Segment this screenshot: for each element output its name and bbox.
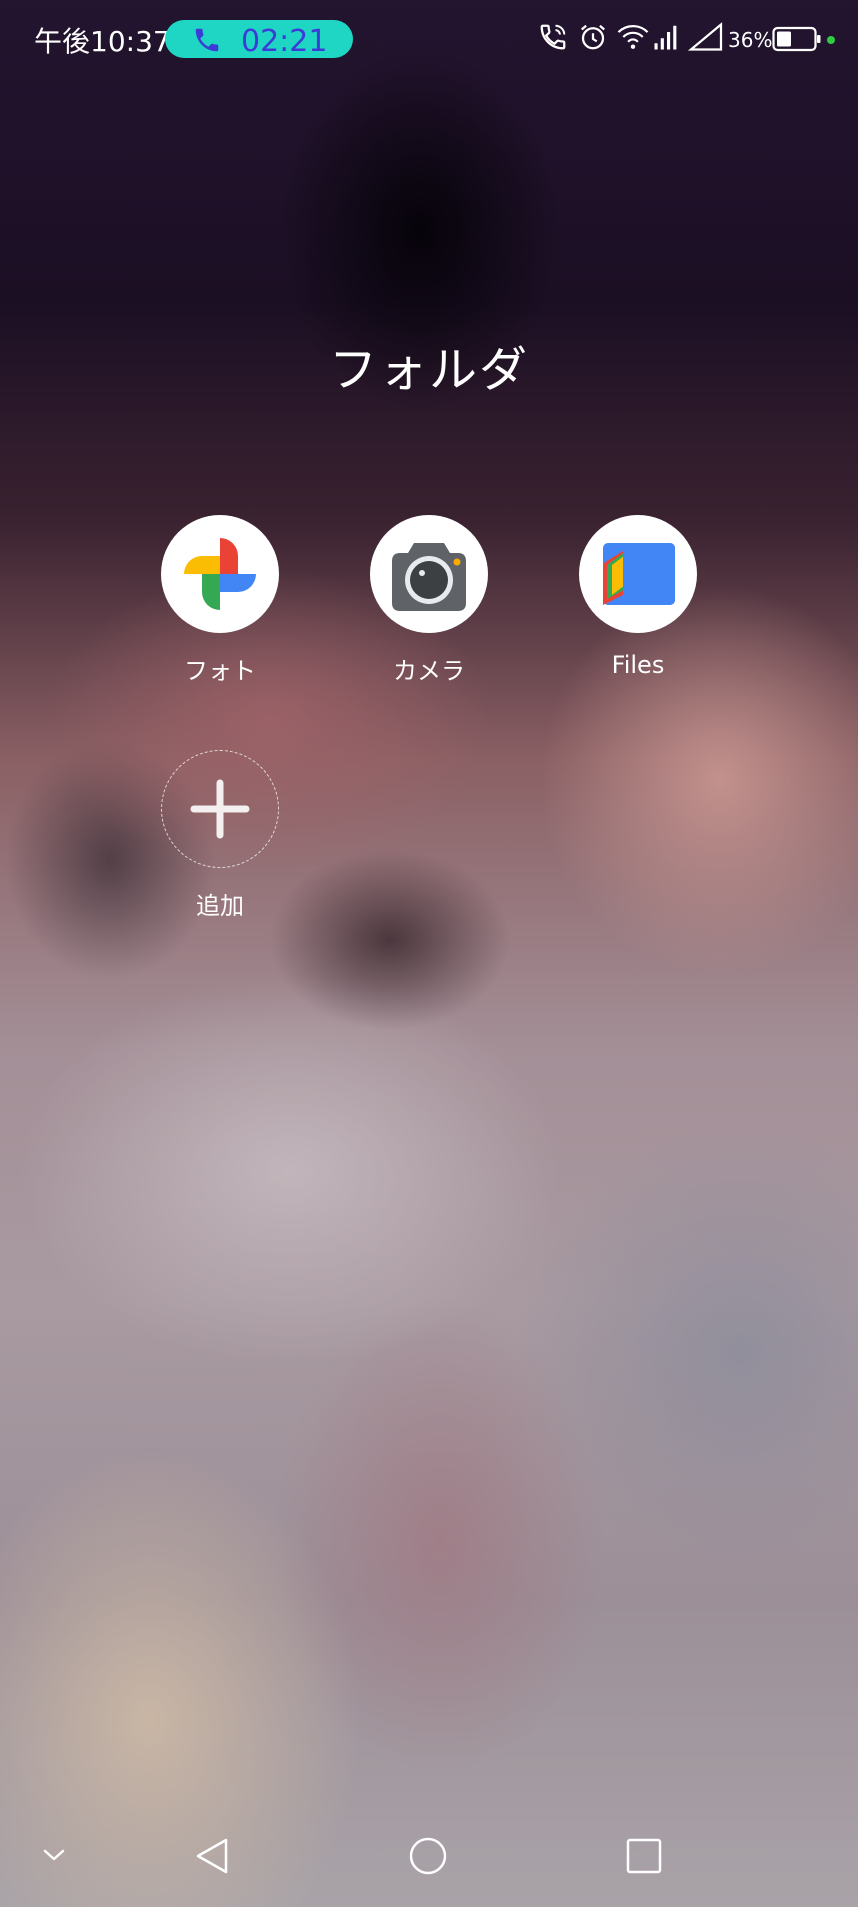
phone-icon	[192, 25, 222, 55]
add-app-button[interactable]: 追加	[140, 750, 300, 921]
call-duration: 02:21	[241, 24, 328, 59]
recents-icon[interactable]	[622, 1834, 666, 1882]
collapse-icon[interactable]	[36, 1840, 72, 1874]
add-circle	[161, 750, 279, 868]
wifi-icon	[616, 22, 650, 56]
privacy-indicator-dot	[827, 36, 835, 44]
back-icon[interactable]	[192, 1834, 232, 1882]
battery-icon	[772, 26, 822, 56]
signal-empty-icon	[687, 22, 724, 56]
app-label: カメラ	[393, 657, 465, 685]
app-label: 追加	[196, 892, 244, 920]
app-files[interactable]: Files	[558, 515, 718, 679]
wifi-calling-icon	[538, 22, 568, 56]
status-icons: 36%	[518, 18, 858, 58]
plus-icon	[162, 751, 278, 871]
ongoing-call-chip[interactable]: 02:21	[165, 20, 353, 59]
status-bar: 午後10:37 02:21 36%	[0, 0, 858, 78]
battery-percent: 36%	[728, 28, 773, 52]
app-label: Files	[611, 651, 665, 679]
status-time: 午後10:37	[34, 25, 171, 58]
navigation-bar	[0, 1820, 858, 1907]
files-icon	[579, 515, 697, 633]
google-photos-icon	[161, 515, 279, 633]
home-screen: 午後10:37 02:21 36% フォルダ フォト カメラ Files 追加	[0, 0, 858, 1907]
app-label: フォト	[184, 657, 256, 685]
alarm-icon	[578, 22, 608, 56]
camera-icon	[370, 515, 488, 633]
home-icon[interactable]	[406, 1834, 450, 1882]
folder-title[interactable]: フォルダ	[0, 330, 858, 400]
app-photos[interactable]: フォト	[140, 515, 300, 686]
signal-icon	[652, 22, 682, 56]
app-camera[interactable]: カメラ	[349, 515, 509, 686]
